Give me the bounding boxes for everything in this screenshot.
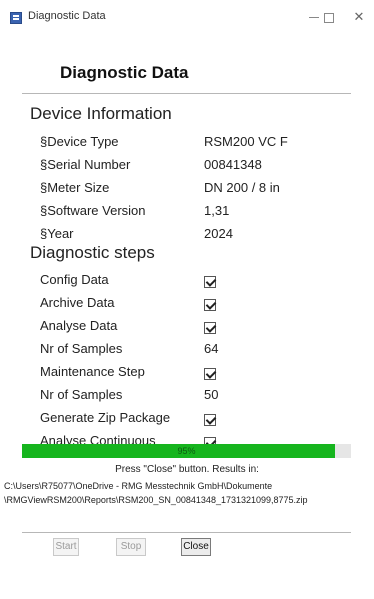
serial-number-label: §Serial Number	[40, 157, 131, 172]
archive-data-checkbox[interactable]	[204, 299, 216, 311]
archive-data-label: Archive Data	[40, 295, 115, 310]
serial-number-value: 00841348	[204, 157, 262, 172]
config-data-label: Config Data	[40, 272, 109, 287]
diagnostic-steps-title: Diagnostic steps	[30, 243, 155, 262]
maintenance-nr-of-samples-label: Nr of Samples	[40, 387, 123, 402]
app-icon	[10, 12, 22, 24]
result-message: Press "Close" button. Results in:	[115, 464, 259, 475]
close-button[interactable]: Close	[181, 538, 211, 556]
start-button[interactable]: Start	[53, 538, 79, 556]
software-version-label: §Software Version	[40, 203, 146, 218]
title-bar: Diagnostic Data ✕	[0, 0, 374, 34]
maintenance-nr-of-samples-value: 50	[204, 387, 219, 402]
analyse-data-label: Analyse Data	[40, 318, 118, 333]
maximize-icon	[324, 12, 334, 23]
stop-button[interactable]: Stop	[116, 538, 146, 556]
device-type-label: §Device Type	[40, 134, 119, 149]
nr-of-samples-value: 64	[204, 341, 219, 356]
progress-percent: 95%	[177, 446, 196, 456]
meter-size-value: DN 200 / 8 in	[204, 180, 280, 195]
config-data-checkbox[interactable]	[204, 276, 216, 288]
result-path-line-1: C:\Users\R75077\OneDrive - RMG Messtechn…	[4, 481, 273, 491]
analyse-data-checkbox[interactable]	[204, 322, 216, 334]
result-path-line-2: \RMGViewRSM200\Reports\RSM200_SN_0084134…	[4, 495, 308, 505]
software-version-value: 1,31	[204, 203, 230, 218]
year-value: 2024	[204, 226, 233, 241]
close-window-button[interactable]: ✕	[344, 6, 374, 28]
progress-bar: 95%	[22, 444, 351, 458]
window-title: Diagnostic Data	[28, 10, 106, 22]
device-type-value: RSM200 VC F	[204, 134, 288, 149]
maximize-button[interactable]	[314, 6, 344, 28]
device-info-title: Device Information	[30, 104, 172, 123]
generate-zip-package-label: Generate Zip Package	[40, 410, 171, 425]
heading-divider	[22, 93, 351, 94]
generate-zip-package-checkbox[interactable]	[204, 414, 216, 426]
year-label: §Year	[40, 226, 74, 241]
footer-divider	[22, 532, 351, 533]
nr-of-samples-label: Nr of Samples	[40, 341, 123, 356]
meter-size-label: §Meter Size	[40, 180, 110, 195]
maintenance-step-label: Maintenance Step	[40, 364, 145, 379]
page-title: Diagnostic Data	[60, 63, 189, 82]
maintenance-step-checkbox[interactable]	[204, 368, 216, 380]
